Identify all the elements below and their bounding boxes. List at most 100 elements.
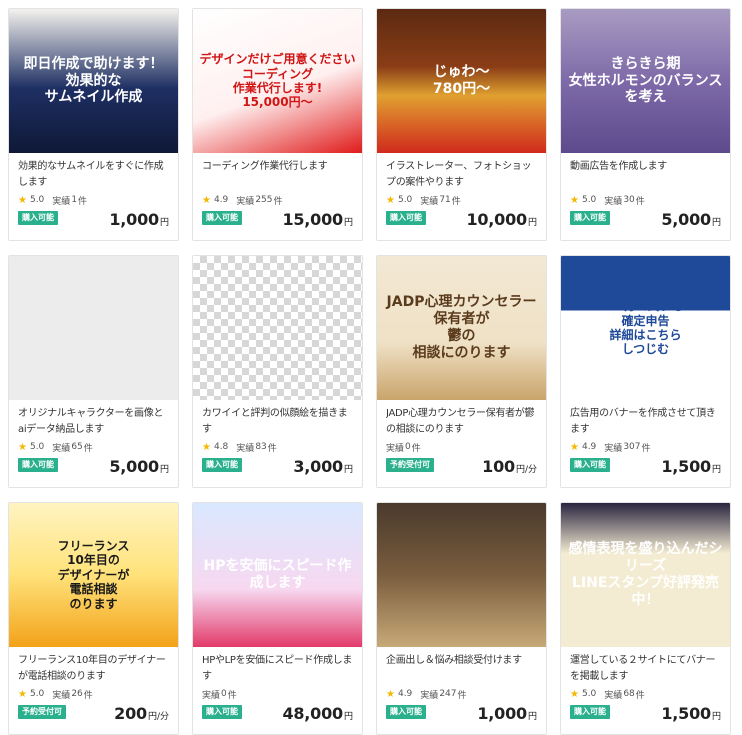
card-bottom: 購入可能 10,000 円 bbox=[386, 207, 537, 229]
sales-label: 実績 bbox=[52, 443, 71, 454]
status-badge: 購入可能 bbox=[18, 211, 58, 225]
card-bottom: 購入可能 1,500 円 bbox=[570, 454, 721, 476]
service-title[interactable]: オリジナルキャラクターを画像とaiデータ納品します bbox=[18, 406, 169, 438]
card-body: コーディング作業代行します ★ 4.9 実績 255 件 購入可能 15,000… bbox=[193, 153, 362, 229]
thumbnail-text: 即日作成で助けます！ 効果的な サムネイル作成 bbox=[23, 55, 164, 106]
price-unit: 円 bbox=[711, 712, 721, 722]
price-value: 15,000 bbox=[282, 210, 343, 229]
rating-value: 4.8 bbox=[213, 442, 229, 452]
price-value: 1,000 bbox=[109, 210, 159, 229]
price-value: 48,000 bbox=[282, 704, 343, 723]
service-card[interactable]: じゅわ〜 780円〜 イラストレーター、フォトショップの案件やります ★ 5.0… bbox=[376, 8, 547, 241]
star-icon: ★ bbox=[386, 688, 395, 700]
card-meta: 実績 0 件 bbox=[202, 687, 353, 701]
service-thumbnail[interactable]: 10分で終わる 確定申告 詳細はこちら しつじむ bbox=[561, 256, 730, 400]
service-thumbnail[interactable]: 即日作成で助けます！ 効果的な サムネイル作成 bbox=[9, 9, 178, 153]
thumbnail-text: JADP心理カウンセラー保有者が 鬱の 相談にのります bbox=[386, 294, 537, 361]
price-unit: 円 bbox=[711, 465, 721, 475]
price: 10,000 円 bbox=[466, 210, 537, 229]
status-badge: 購入可能 bbox=[202, 458, 242, 472]
service-thumbnail[interactable]: JADP心理カウンセラー保有者が 鬱の 相談にのります bbox=[377, 256, 546, 400]
card-bottom: 購入可能 1,000 円 bbox=[18, 207, 169, 229]
service-title[interactable]: 運営している２サイトにてバナーを掲載します bbox=[570, 653, 721, 685]
price-unit: 円 bbox=[711, 218, 721, 228]
status-badge: 購入可能 bbox=[202, 705, 242, 719]
thumbnail-text: 感情表現を盛り込んだシリーズ LINEスタンプ好評発売中！ bbox=[568, 541, 723, 608]
sales-label: 実績 bbox=[604, 443, 623, 454]
card-bottom: 購入可能 5,000 円 bbox=[570, 207, 721, 229]
price-unit: 円 bbox=[343, 218, 353, 228]
price: 3,000 円 bbox=[293, 457, 353, 476]
card-bottom: 購入可能 15,000 円 bbox=[202, 207, 353, 229]
price: 100 円/分 bbox=[482, 457, 537, 476]
card-meta: ★ 5.0 実績 71 件 bbox=[386, 193, 537, 207]
service-thumbnail[interactable] bbox=[377, 503, 546, 647]
service-title[interactable]: 動画広告を作成します bbox=[570, 159, 721, 191]
star-icon: ★ bbox=[570, 441, 579, 453]
price-value: 3,000 bbox=[293, 457, 343, 476]
service-card[interactable]: 感情表現を盛り込んだシリーズ LINEスタンプ好評発売中！ 運営している２サイト… bbox=[560, 502, 731, 735]
service-card[interactable]: HPを安価にスピード作成します HPやLPを安価にスピード作成します 実績 0 … bbox=[192, 502, 363, 735]
service-title[interactable]: イラストレーター、フォトショップの案件やります bbox=[386, 159, 537, 191]
rating-value: 5.0 bbox=[29, 689, 45, 699]
price: 1,000 円 bbox=[109, 210, 169, 229]
thumbnail-text bbox=[88, 324, 100, 332]
service-card[interactable]: カワイイと評判の似顔絵を描きます ★ 4.8 実績 83 件 購入可能 3,00… bbox=[192, 255, 363, 488]
sales-count: 83 bbox=[255, 442, 267, 452]
price-value: 1,500 bbox=[661, 457, 711, 476]
service-title[interactable]: HPやLPを安価にスピード作成します bbox=[202, 653, 353, 685]
service-card[interactable]: きらきら期 女性ホルモンのバランスを考え 動画広告を作成します ★ 5.0 実績… bbox=[560, 8, 731, 241]
status-badge: 購入可能 bbox=[570, 211, 610, 225]
price-value: 1,000 bbox=[477, 704, 527, 723]
service-card[interactable]: 企画出し＆悩み相談受付けます ★ 4.9 実績 247 件 購入可能 1,000… bbox=[376, 502, 547, 735]
service-thumbnail[interactable]: 感情表現を盛り込んだシリーズ LINEスタンプ好評発売中！ bbox=[561, 503, 730, 647]
status-badge: 予約受付可 bbox=[18, 705, 66, 719]
service-card[interactable]: フリーランス 10年目の デザイナーが 電話相談 のります フリーランス10年目… bbox=[8, 502, 179, 735]
service-thumbnail[interactable] bbox=[193, 256, 362, 400]
service-thumbnail[interactable]: HPを安価にスピード作成します bbox=[193, 503, 362, 647]
rating-value: 5.0 bbox=[29, 442, 45, 452]
service-thumbnail[interactable]: デザインだけご用意ください コーディング 作業代行します! 15,000円〜 bbox=[193, 9, 362, 153]
star-icon: ★ bbox=[570, 194, 579, 206]
service-card[interactable]: デザインだけご用意ください コーディング 作業代行します! 15,000円〜 コ… bbox=[192, 8, 363, 241]
sales-unit: 件 bbox=[451, 196, 461, 207]
card-body: 企画出し＆悩み相談受付けます ★ 4.9 実績 247 件 購入可能 1,000… bbox=[377, 647, 546, 723]
sales-label: 実績 bbox=[420, 196, 439, 207]
service-title[interactable]: フリーランス10年目のデザイナーが電話相談のります bbox=[18, 653, 169, 685]
rating-value: 5.0 bbox=[581, 195, 597, 205]
service-thumbnail[interactable]: きらきら期 女性ホルモンのバランスを考え bbox=[561, 9, 730, 153]
service-card[interactable]: JADP心理カウンセラー保有者が 鬱の 相談にのります JADP心理カウンセラー… bbox=[376, 255, 547, 488]
card-bottom: 購入可能 5,000 円 bbox=[18, 454, 169, 476]
card-body: フリーランス10年目のデザイナーが電話相談のります ★ 5.0 実績 26 件 … bbox=[9, 647, 178, 723]
sales-count: 0 bbox=[405, 442, 411, 452]
service-title[interactable]: 企画出し＆悩み相談受付けます bbox=[386, 653, 537, 685]
card-bottom: 購入可能 3,000 円 bbox=[202, 454, 353, 476]
service-card[interactable]: 即日作成で助けます！ 効果的な サムネイル作成 効果的なサムネイルをすぐに作成し… bbox=[8, 8, 179, 241]
service-title[interactable]: 広告用のバナーを作成させて頂きます bbox=[570, 406, 721, 438]
price-value: 100 bbox=[482, 457, 515, 476]
sales-label: 実績 bbox=[604, 690, 623, 701]
sales-unit: 件 bbox=[227, 690, 237, 701]
service-thumbnail[interactable]: じゅわ〜 780円〜 bbox=[377, 9, 546, 153]
price-value: 5,000 bbox=[661, 210, 711, 229]
service-title[interactable]: カワイイと評判の似顔絵を描きます bbox=[202, 406, 353, 438]
sales-unit: 件 bbox=[78, 196, 88, 207]
service-title[interactable]: コーディング作業代行します bbox=[202, 159, 353, 191]
service-card[interactable]: オリジナルキャラクターを画像とaiデータ納品します ★ 5.0 実績 65 件 … bbox=[8, 255, 179, 488]
service-thumbnail[interactable] bbox=[9, 256, 178, 400]
service-thumbnail[interactable]: フリーランス 10年目の デザイナーが 電話相談 のります bbox=[9, 503, 178, 647]
card-body: イラストレーター、フォトショップの案件やります ★ 5.0 実績 71 件 購入… bbox=[377, 153, 546, 229]
sales-count: 0 bbox=[221, 689, 227, 699]
service-title[interactable]: JADP心理カウンセラー保有者が鬱の相談にのります bbox=[386, 406, 537, 438]
star-icon: ★ bbox=[18, 441, 27, 453]
service-card[interactable]: 10分で終わる 確定申告 詳細はこちら しつじむ 広告用のバナーを作成させて頂き… bbox=[560, 255, 731, 488]
status-badge: 購入可能 bbox=[386, 211, 426, 225]
sales-count: 255 bbox=[255, 195, 273, 205]
service-title[interactable]: 効果的なサムネイルをすぐに作成します bbox=[18, 159, 169, 191]
thumbnail-text: HPを安価にスピード作成します bbox=[203, 558, 352, 591]
status-badge: 購入可能 bbox=[570, 458, 610, 472]
card-bottom: 購入可能 1,500 円 bbox=[570, 701, 721, 723]
card-meta: ★ 4.9 実績 255 件 bbox=[202, 193, 353, 207]
price-value: 5,000 bbox=[109, 457, 159, 476]
card-meta: ★ 5.0 実績 30 件 bbox=[570, 193, 721, 207]
